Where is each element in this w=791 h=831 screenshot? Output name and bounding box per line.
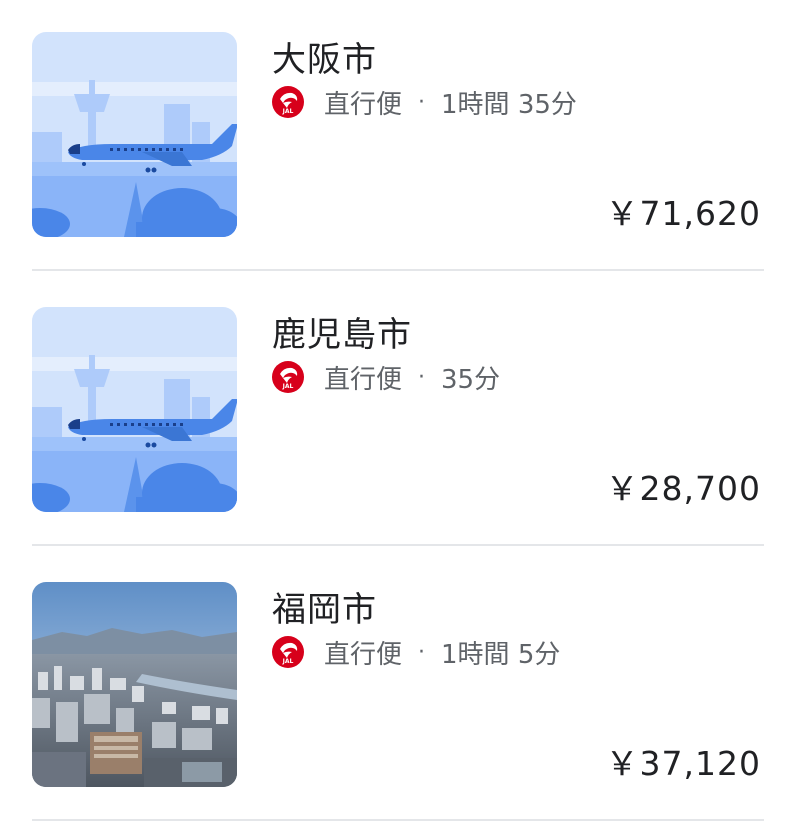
destination-results-list: 大阪市 JAL 直行便 · 1時間 35分 ￥71,620 鹿児島市 JAL 直… xyxy=(0,0,791,825)
separator-dot: · xyxy=(418,89,426,115)
airport-illustration xyxy=(32,32,237,237)
city-photo xyxy=(32,582,237,787)
destination-card-kagoshima[interactable]: 鹿児島市 JAL 直行便 · 35分 ￥28,700 xyxy=(0,275,791,550)
destination-image xyxy=(32,307,237,512)
jal-crane-logo-icon: JAL xyxy=(272,361,304,393)
divider xyxy=(32,269,764,271)
destination-city-name: 鹿児島市 xyxy=(272,315,412,355)
divider xyxy=(32,819,764,821)
destination-image xyxy=(32,582,237,787)
flight-price: ￥71,620 xyxy=(605,194,761,233)
destination-image xyxy=(32,32,237,237)
svg-text:JAL: JAL xyxy=(282,108,294,115)
flight-duration: 1時間 5分 xyxy=(441,639,561,670)
flight-duration: 35分 xyxy=(441,364,501,395)
jal-crane-logo-icon: JAL xyxy=(272,636,304,668)
flight-info: JAL 直行便 · 1時間 35分 xyxy=(272,84,577,120)
destination-card-fukuoka[interactable]: 福岡市 JAL 直行便 · 1時間 5分 ￥37,120 xyxy=(0,550,791,825)
flight-type-label: 直行便 xyxy=(324,364,403,395)
separator-dot: · xyxy=(418,364,426,390)
flight-info: JAL 直行便 · 35分 xyxy=(272,359,500,395)
divider xyxy=(32,544,764,546)
separator-dot: · xyxy=(418,639,426,665)
flight-duration: 1時間 35分 xyxy=(441,89,577,120)
flight-type-label: 直行便 xyxy=(324,89,403,120)
flight-price: ￥37,120 xyxy=(605,744,761,783)
destination-card-osaka[interactable]: 大阪市 JAL 直行便 · 1時間 35分 ￥71,620 xyxy=(0,0,791,275)
svg-text:JAL: JAL xyxy=(282,383,294,390)
svg-text:JAL: JAL xyxy=(282,658,294,665)
destination-city-name: 大阪市 xyxy=(272,40,377,80)
flight-info: JAL 直行便 · 1時間 5分 xyxy=(272,634,560,670)
destination-city-name: 福岡市 xyxy=(272,590,377,630)
jal-crane-logo-icon: JAL xyxy=(272,86,304,118)
flight-type-label: 直行便 xyxy=(324,639,403,670)
airport-illustration xyxy=(32,307,237,512)
flight-price: ￥28,700 xyxy=(605,469,761,508)
